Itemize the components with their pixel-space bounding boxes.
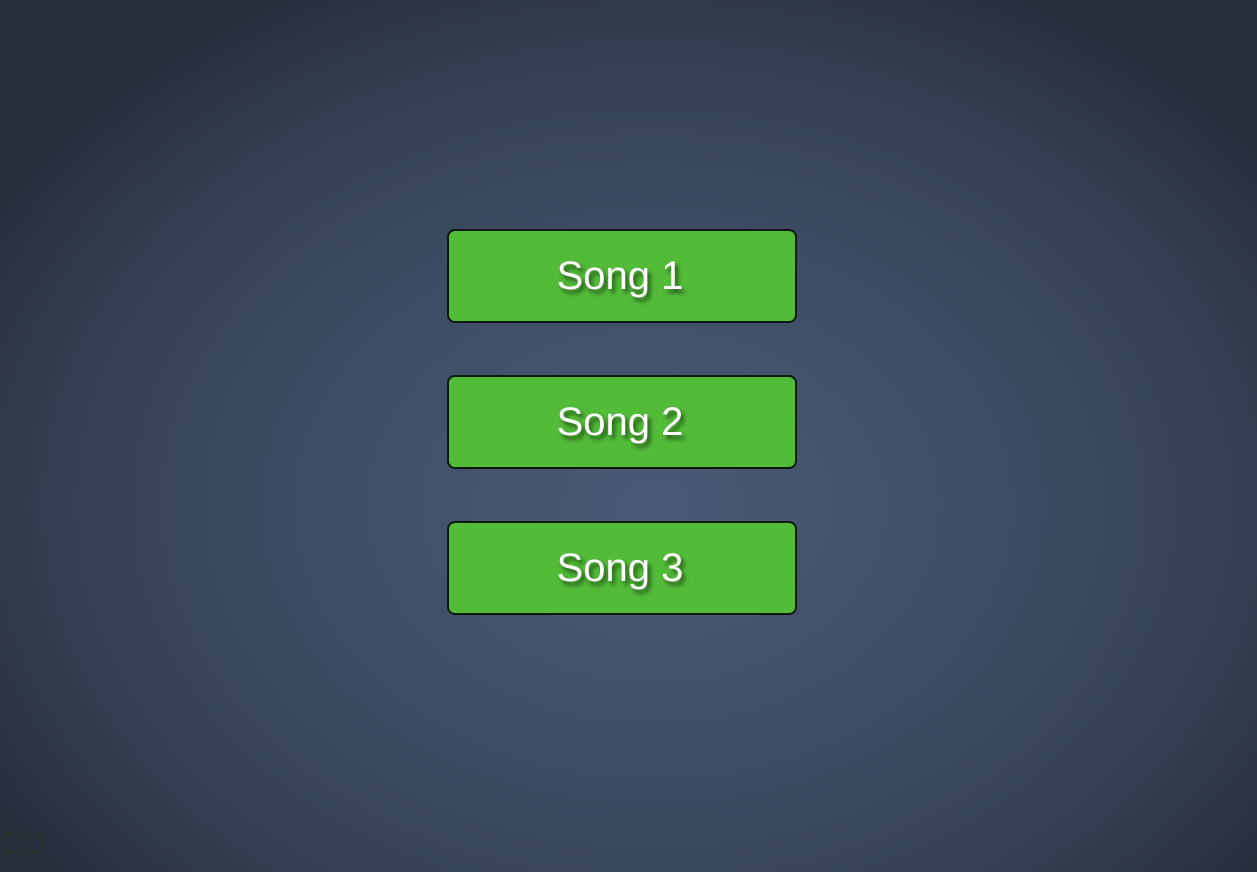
song-3-button[interactable]: Song 3 <box>447 521 797 615</box>
song-2-button[interactable]: Song 2 <box>447 375 797 469</box>
song-list: Song 1 Song 2 Song 3 <box>447 229 797 615</box>
song-1-button[interactable]: Song 1 <box>447 229 797 323</box>
song-1-label: Song 1 <box>556 254 684 298</box>
song-3-label: Song 3 <box>556 546 684 590</box>
back-arrow-icon <box>1 829 44 859</box>
back-button[interactable] <box>0 824 48 872</box>
song-2-label: Song 2 <box>556 400 684 444</box>
